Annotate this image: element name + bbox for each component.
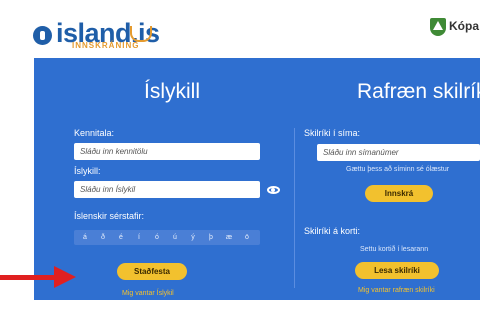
phone-number-input[interactable]: Sláðu inn símanúmer: [317, 144, 480, 161]
electronic-id-section: Rafræn skilríki Skilríki í síma: Sláðu i…: [302, 58, 480, 300]
char-key[interactable]: ð: [96, 230, 110, 245]
key-logo-icon: [33, 26, 52, 45]
municipality-crest-icon: [430, 18, 446, 36]
phone-unlocked-hint: Gættu þess að síminn sé ólæstur: [346, 166, 450, 173]
read-card-button[interactable]: Lesa skilríki: [355, 262, 439, 279]
char-key[interactable]: ý: [186, 230, 200, 245]
char-key[interactable]: æ: [222, 230, 236, 245]
special-chars-bar: á ð é í ó ú ý þ æ ö: [74, 230, 260, 245]
logo-smile-icon: [130, 26, 152, 42]
char-key[interactable]: á: [78, 230, 92, 245]
char-key[interactable]: ö: [240, 230, 254, 245]
char-key[interactable]: þ: [204, 230, 218, 245]
missing-islykill-link[interactable]: Mig vantar Íslykil: [122, 290, 174, 297]
login-button[interactable]: Innskrá: [365, 185, 433, 202]
char-key[interactable]: ú: [168, 230, 182, 245]
login-panel: Íslykill Kennitala: Sláðu inn kennitölu …: [34, 58, 480, 300]
kennitala-label: Kennitala:: [74, 128, 115, 138]
islykill-title: Íslykill: [144, 80, 200, 103]
electronic-id-title: Rafræn skilríki: [357, 80, 480, 103]
show-password-eye-icon[interactable]: [267, 186, 280, 194]
kennitala-input[interactable]: Sláðu inn kennitölu: [74, 143, 260, 160]
card-reader-hint: Settu kortið í lesarann: [360, 246, 429, 253]
char-key[interactable]: ó: [150, 230, 164, 245]
red-arrow-icon: [54, 266, 76, 288]
char-key[interactable]: é: [114, 230, 128, 245]
top-bar: island.is INNSKRÁNING Kópa: [0, 0, 480, 56]
confirm-button[interactable]: Staðfesta: [117, 263, 187, 280]
card-id-label: Skilríki á korti:: [304, 226, 361, 236]
special-chars-label: Íslenskir sérstafir:: [74, 211, 145, 221]
missing-electronic-id-link[interactable]: Mig vantar rafræn skilríki: [358, 287, 435, 294]
column-divider: [294, 128, 295, 288]
municipality-name: Kópa: [449, 19, 479, 33]
red-arrow-shaft: [0, 275, 58, 280]
islykill-input[interactable]: Sláðu inn Íslykil: [74, 181, 260, 198]
islykill-section: Íslykill Kennitala: Sláðu inn kennitölu …: [34, 58, 294, 300]
phone-id-label: Skilríki í síma:: [304, 128, 361, 138]
islykill-label: Íslykill:: [74, 166, 101, 176]
char-key[interactable]: í: [132, 230, 146, 245]
logo-subtitle: INNSKRÁNING: [72, 41, 140, 50]
